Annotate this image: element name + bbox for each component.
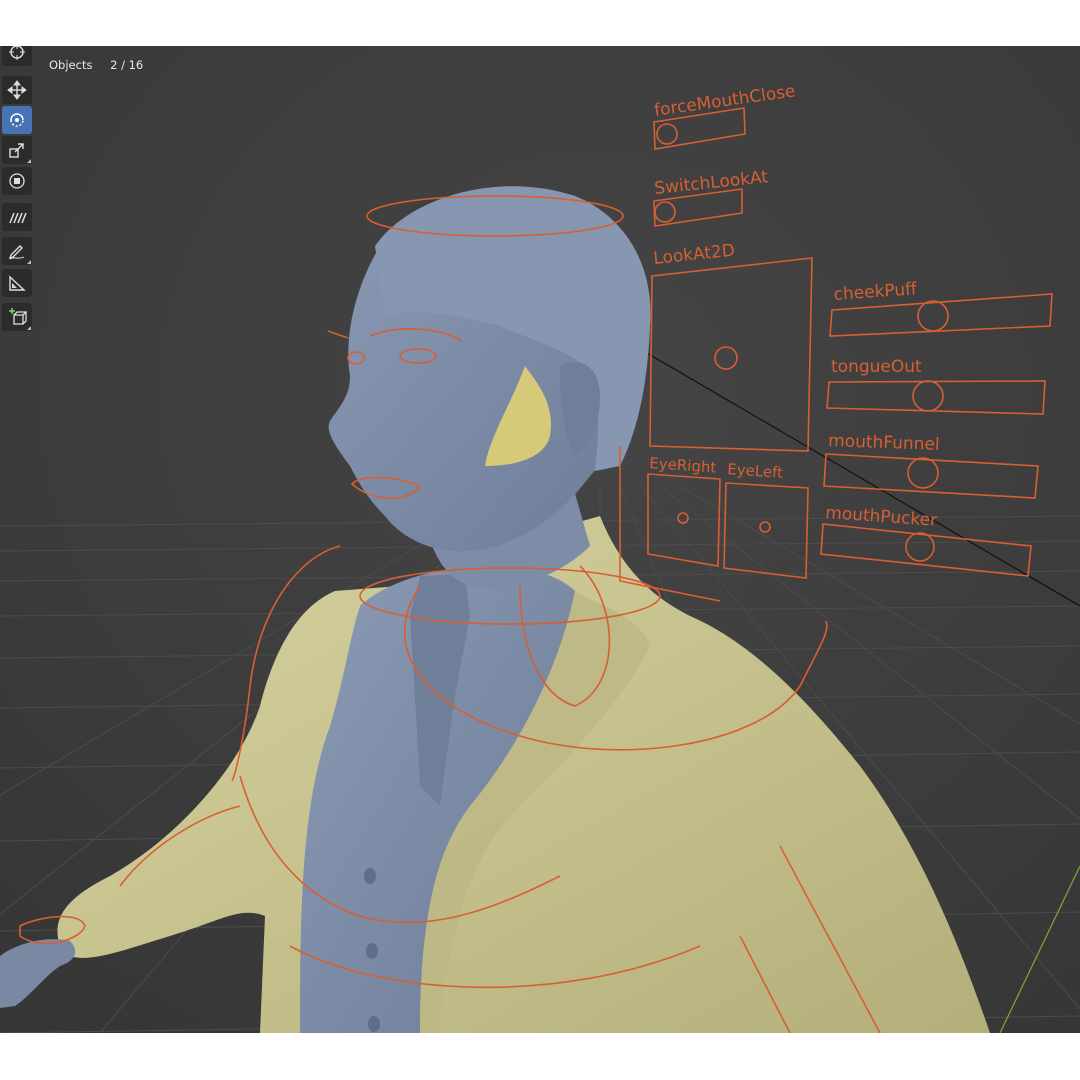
add-cube-tool[interactable]: [2, 303, 32, 331]
rotate-tool[interactable]: [2, 106, 32, 134]
move-icon: [7, 80, 27, 100]
stats-label: Objects: [49, 58, 93, 72]
scale-icon: [9, 143, 24, 158]
annotate-icon: [9, 212, 27, 224]
annotate-tool[interactable]: [2, 203, 32, 231]
viewport-stats: Objects 2 / 16: [49, 58, 157, 72]
mouth-funnel-label: mouthFunnel: [828, 431, 940, 455]
measure-tool[interactable]: [2, 269, 32, 297]
cursor-icon: [9, 46, 25, 60]
cursor-tool[interactable]: [2, 46, 32, 66]
measure-icon: [9, 275, 26, 291]
vest-button: [366, 943, 378, 959]
stats-count: 2 / 16: [110, 58, 144, 72]
rotate-icon: [10, 113, 24, 127]
draw-tool[interactable]: [2, 237, 32, 265]
3d-viewport[interactable]: forceMouthClose SwitchLookAt LookAt2D Ey…: [0, 46, 1080, 1033]
transform-tool[interactable]: [2, 167, 32, 195]
move-tool[interactable]: [2, 76, 32, 104]
scale-tool[interactable]: [2, 136, 32, 164]
scene-canvas[interactable]: forceMouthClose SwitchLookAt LookAt2D Ey…: [0, 46, 1080, 1033]
transform-icon: [9, 173, 25, 189]
vest-button: [364, 868, 376, 884]
pencil-icon: [8, 245, 25, 260]
vest-button: [368, 1016, 380, 1032]
tongue-out-label: tongueOut: [831, 357, 922, 377]
add-cube-icon: [9, 308, 27, 325]
